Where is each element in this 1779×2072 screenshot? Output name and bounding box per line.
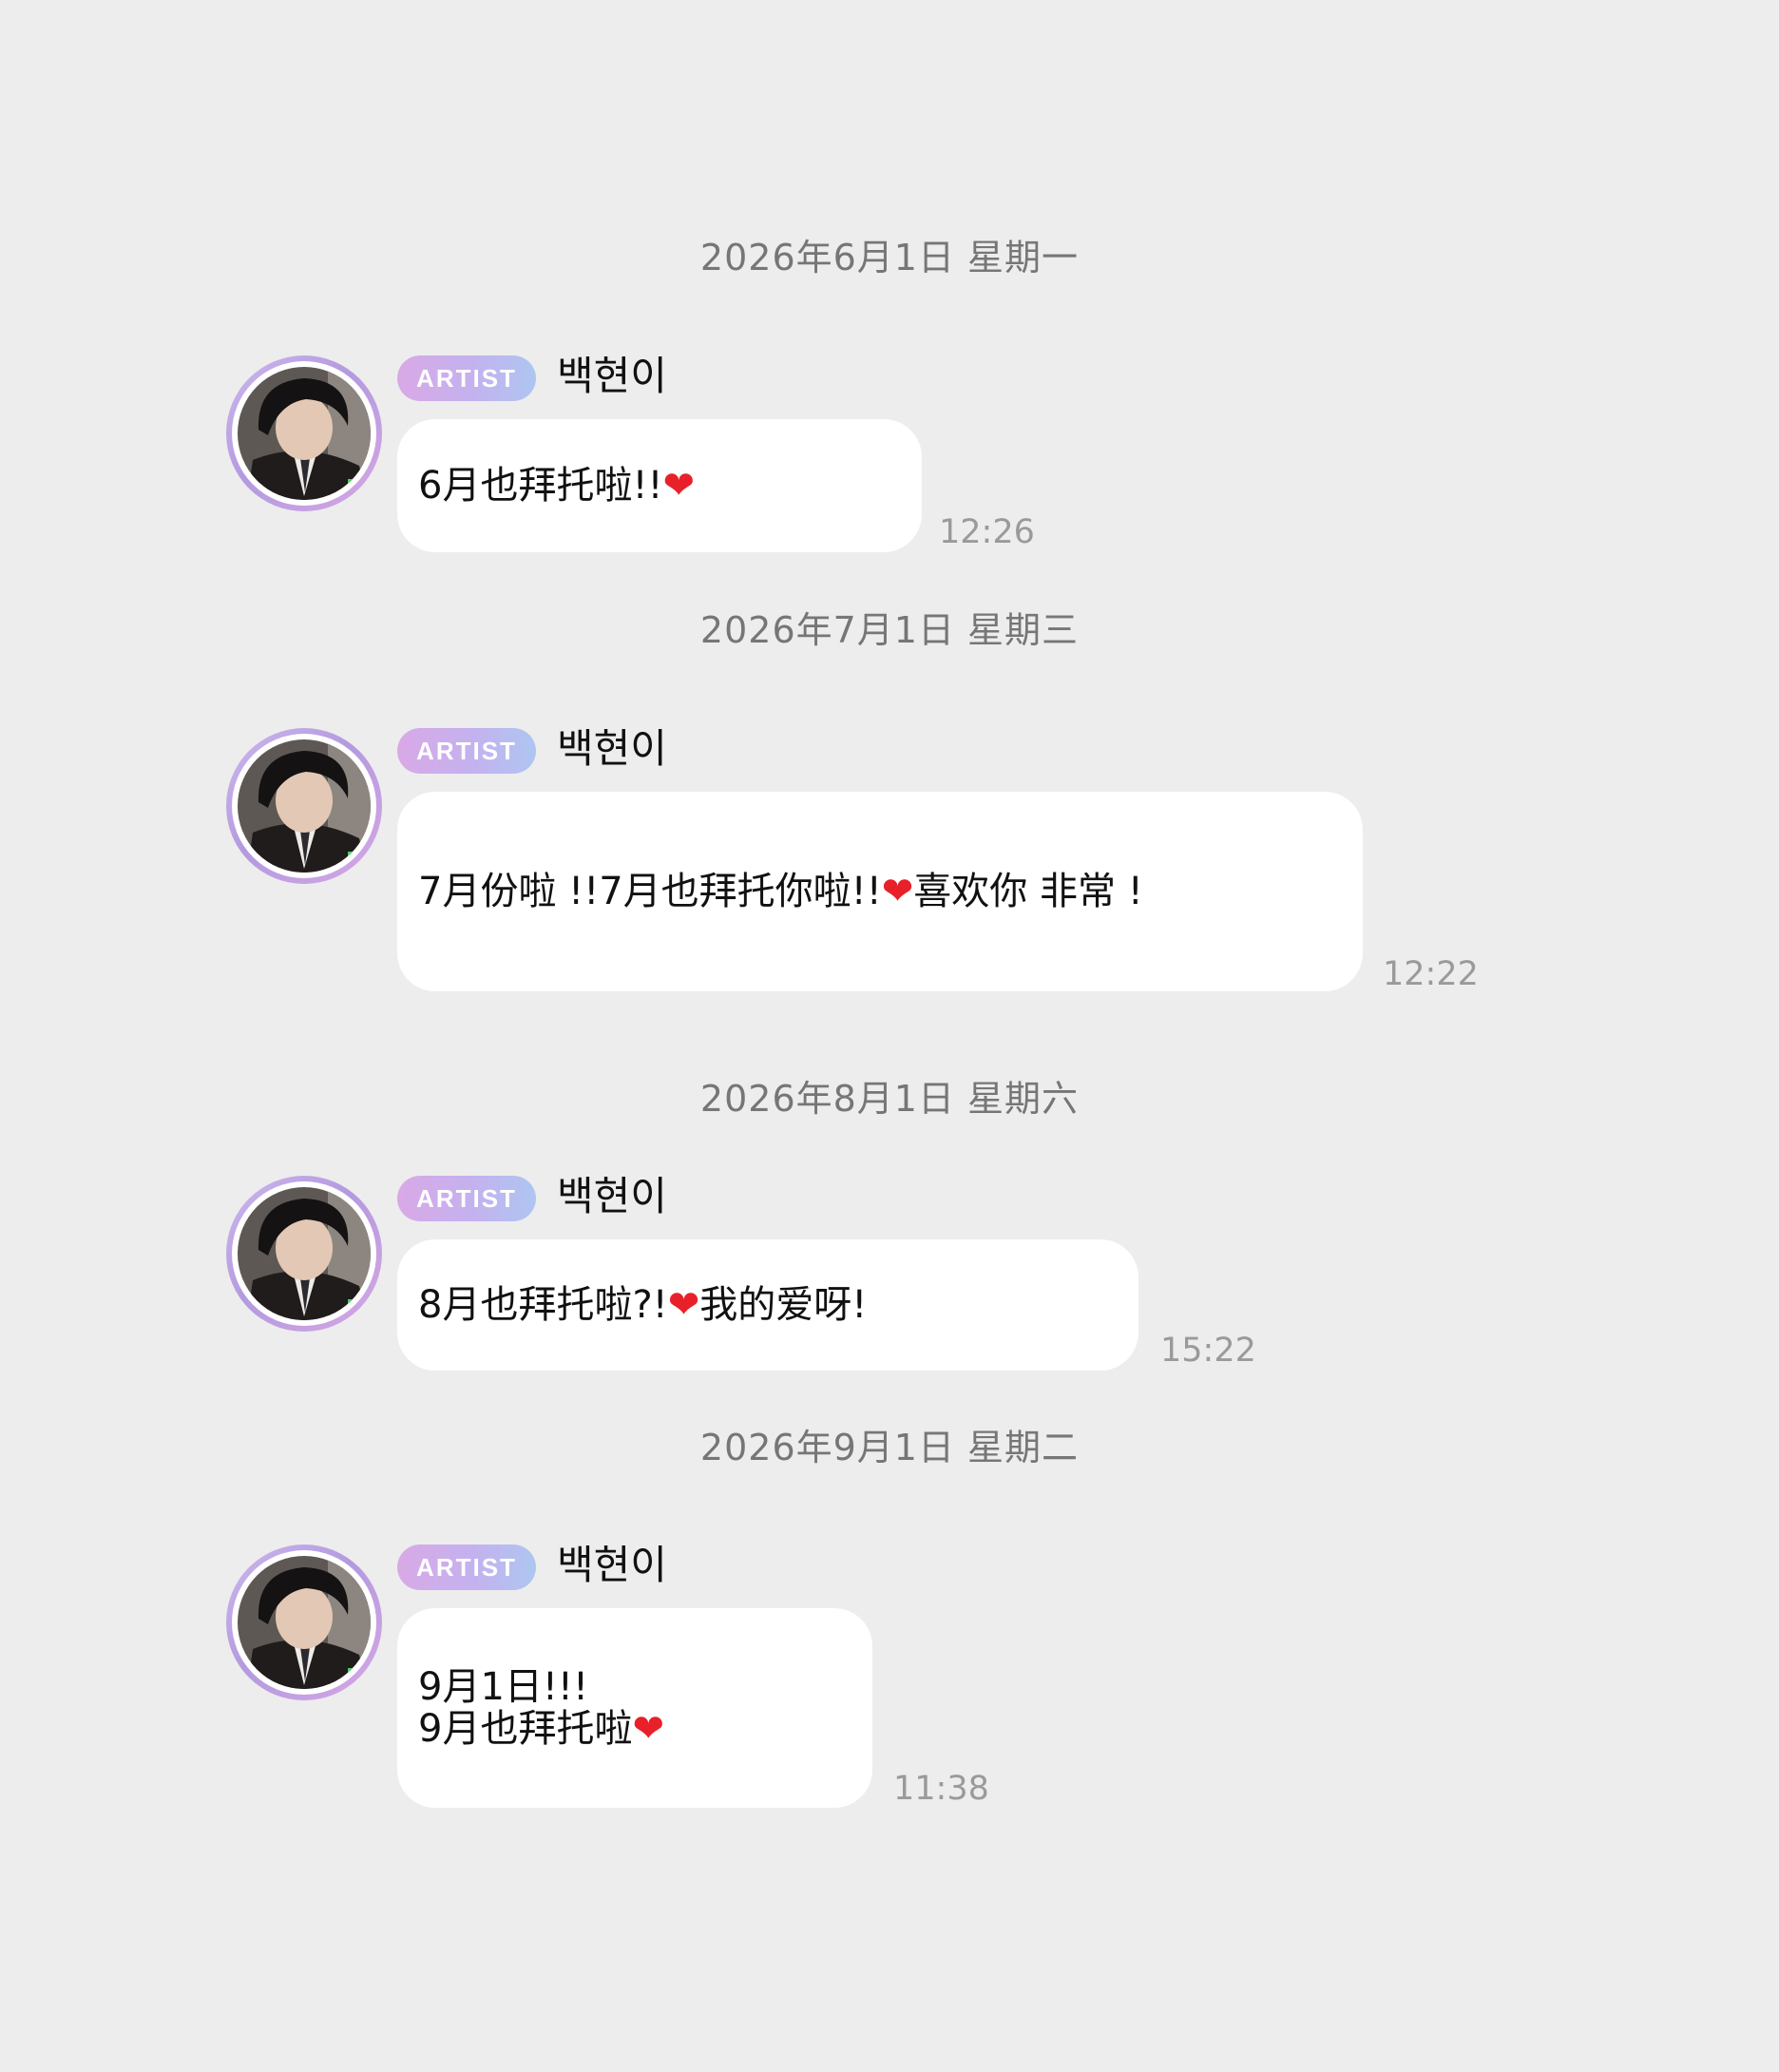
chat-thread: 2026年6月1日 星期一 ARTIST 백현이 6月也拜托啦!!❤ 12:26…: [0, 0, 1779, 2072]
artist-badge: ARTIST: [397, 1176, 536, 1221]
sender-name[interactable]: 백현이: [557, 350, 667, 403]
message-text: 8月也拜托啦?!: [418, 1283, 668, 1327]
artist-badge: ARTIST: [397, 355, 536, 401]
message-timestamp: 11:38: [893, 1770, 989, 1808]
sender-name[interactable]: 백현이: [557, 1170, 667, 1223]
message-text-after: 喜欢你 非常 !: [913, 870, 1143, 913]
date-divider: 2026年6月1日 星期一: [699, 237, 1080, 278]
avatar[interactable]: [226, 355, 382, 511]
date-divider: 2026年8月1日 星期六: [699, 1078, 1080, 1120]
avatar-photo: [238, 367, 371, 500]
sender-name[interactable]: 백현이: [557, 722, 667, 776]
artist-badge: ARTIST: [397, 1544, 536, 1590]
message-line: 8月也拜托啦?!❤我的爱呀!: [418, 1284, 1118, 1326]
message-bubble[interactable]: 6月也拜托啦!!❤: [397, 419, 922, 552]
avatar-frame: [232, 734, 376, 878]
message-text: 9月1日!!!: [418, 1665, 589, 1709]
heart-icon: ❤: [632, 1707, 664, 1751]
message-bubble[interactable]: 7月份啦 !!7月也拜托你啦!!❤喜欢你 非常 !: [397, 792, 1363, 991]
message-line: 9月1日!!!: [418, 1666, 851, 1708]
avatar-photo: [238, 1187, 371, 1320]
message-timestamp: 15:22: [1160, 1332, 1256, 1370]
avatar[interactable]: [226, 1544, 382, 1700]
avatar-frame: [232, 361, 376, 506]
avatar-frame: [232, 1181, 376, 1326]
message-bubble[interactable]: 8月也拜托啦?!❤我的爱呀!: [397, 1239, 1138, 1371]
artist-badge: ARTIST: [397, 728, 536, 774]
message-text-after: 我的爱呀!: [699, 1283, 868, 1327]
message-timestamp: 12:26: [939, 513, 1035, 551]
heart-icon: ❤: [667, 1283, 700, 1327]
sender-name[interactable]: 백현이: [557, 1539, 667, 1592]
message-line: 7月份啦 !!7月也拜托你啦!!❤喜欢你 非常 !: [418, 871, 1342, 912]
message-line: 9月也拜托啦❤: [418, 1708, 851, 1750]
message-line: 6月也拜托啦!!❤: [418, 465, 901, 507]
avatar-photo: [238, 739, 371, 873]
avatar-frame: [232, 1550, 376, 1695]
date-divider: 2026年7月1日 星期三: [699, 609, 1080, 651]
avatar[interactable]: [226, 728, 382, 884]
message-bubble[interactable]: 9月1日!!! 9月也拜托啦❤: [397, 1608, 872, 1808]
message-text: 6月也拜托啦!!: [418, 464, 663, 508]
message-text: 9月也拜托啦: [418, 1707, 633, 1751]
heart-icon: ❤: [881, 870, 914, 913]
message-text: 7月份啦 !!7月也拜托你啦!!: [418, 870, 882, 913]
avatar[interactable]: [226, 1176, 382, 1332]
date-divider: 2026年9月1日 星期二: [699, 1427, 1080, 1468]
avatar-photo: [238, 1556, 371, 1689]
heart-icon: ❤: [662, 464, 696, 508]
message-timestamp: 12:22: [1383, 955, 1479, 993]
